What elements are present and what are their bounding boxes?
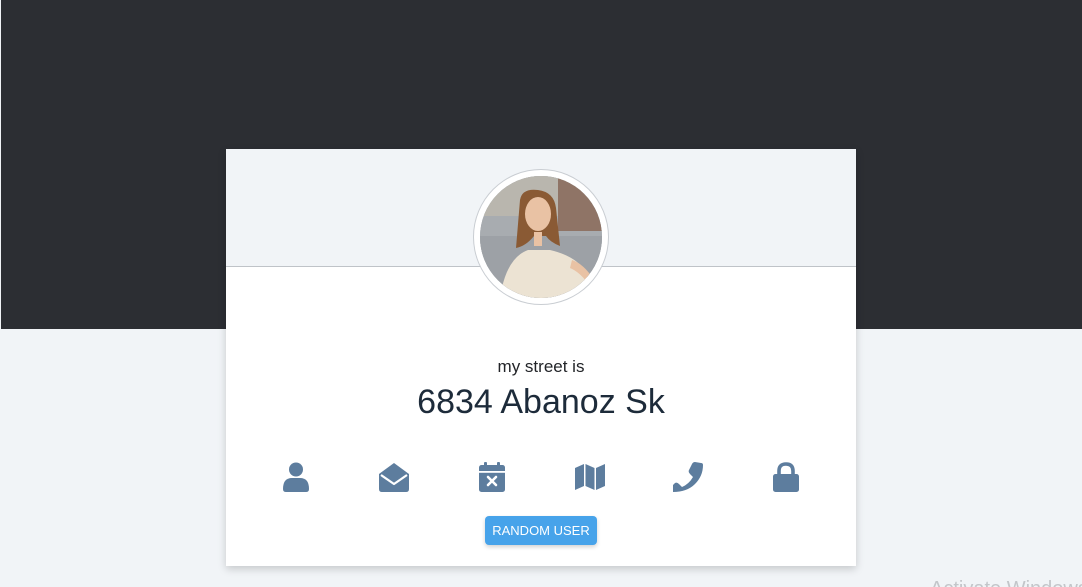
field-value: 6834 Abanoz Sk xyxy=(417,383,665,421)
random-user-button[interactable]: RANDOM USER xyxy=(485,516,597,545)
avatar-frame xyxy=(474,170,608,304)
field-selector xyxy=(226,457,856,497)
phone-icon[interactable] xyxy=(666,457,710,497)
field-label: my street is xyxy=(497,357,585,376)
activate-windows-watermark: Activate Windows xyxy=(930,578,1082,587)
page: my street is 6834 Abanoz Sk RANDOM USER xyxy=(0,0,1082,587)
map-icon[interactable] xyxy=(568,457,612,497)
avatar xyxy=(480,176,602,298)
calendar-times-icon[interactable] xyxy=(470,457,514,497)
user-icon[interactable] xyxy=(274,457,318,497)
envelope-open-icon[interactable] xyxy=(372,457,416,497)
lock-icon[interactable] xyxy=(764,457,808,497)
user-card: my street is 6834 Abanoz Sk RANDOM USER xyxy=(226,149,856,566)
